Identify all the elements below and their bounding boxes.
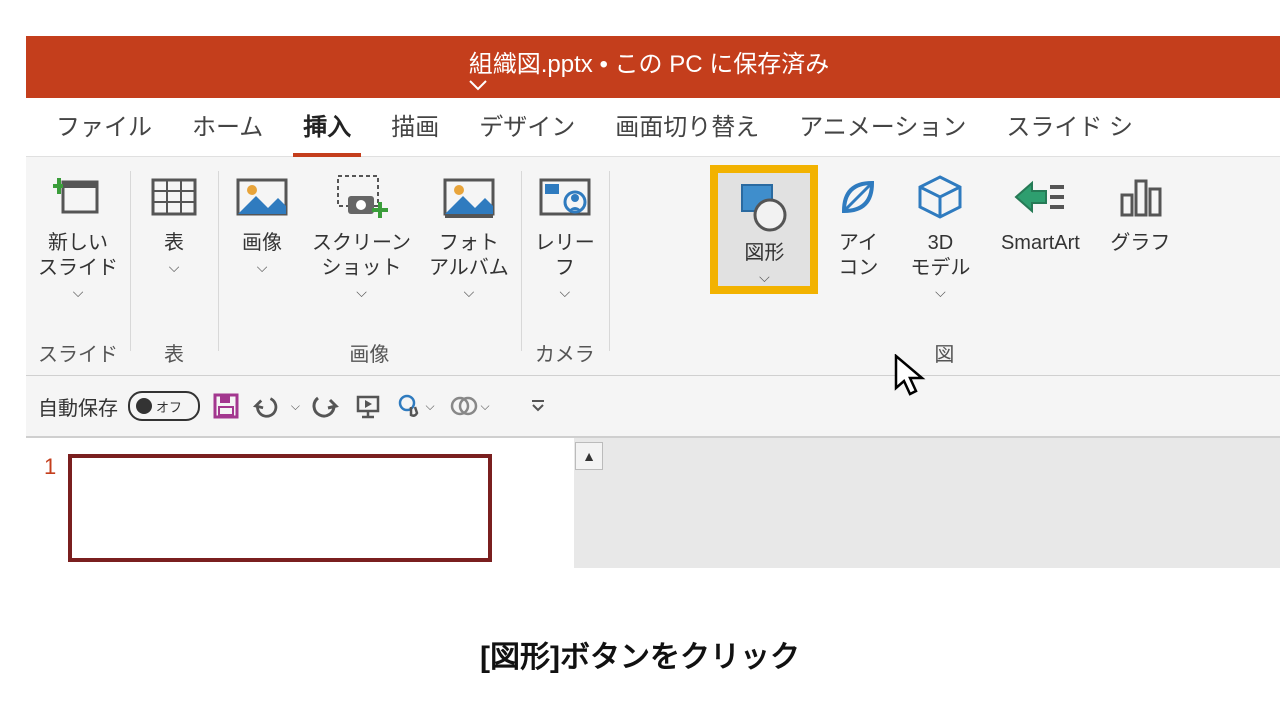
- chevron-down-icon: ⌵: [759, 270, 770, 284]
- tab-file[interactable]: ファイル: [36, 95, 172, 156]
- group-label-images: 画像: [349, 338, 389, 369]
- tab-insert[interactable]: 挿入: [283, 95, 371, 156]
- 3d-models-button[interactable]: 3D モデル ⌵: [902, 165, 978, 299]
- autosave-toggle[interactable]: オフ: [128, 391, 200, 421]
- group-tables: 表 ⌵ 表: [130, 165, 218, 375]
- group-label-slides: スライド: [38, 338, 118, 369]
- tab-design[interactable]: デザイン: [459, 95, 595, 156]
- group-label-tables: 表: [164, 338, 184, 369]
- tab-home[interactable]: ホーム: [172, 95, 283, 156]
- group-label-camera: カメラ: [535, 338, 595, 369]
- chevron-down-icon: ⌵: [169, 260, 180, 274]
- group-camera: レリー フ ⌵ カメラ: [521, 165, 609, 375]
- undo-button[interactable]: ⌵: [252, 390, 300, 422]
- table-button[interactable]: 表 ⌵: [136, 165, 212, 274]
- highlight-box: 図形 ⌵: [710, 165, 818, 294]
- slide-thumbnails-pane: 1: [26, 438, 574, 568]
- powerpoint-window: 組織図.pptx • この PC に保存済み ファイル ホーム 挿入 描画 デザ…: [26, 36, 1280, 568]
- pictures-button[interactable]: 画像 ⌵: [224, 165, 300, 274]
- new-slide-icon: [50, 169, 106, 225]
- overlap-button[interactable]: ⌵: [448, 390, 492, 422]
- workspace: 1 ▲: [26, 438, 1280, 568]
- chevron-down-icon[interactable]: [469, 79, 837, 91]
- save-button[interactable]: [210, 390, 242, 422]
- chevron-down-icon: ⌵: [356, 285, 367, 299]
- table-icon: [146, 169, 202, 225]
- picture-icon: [234, 169, 290, 225]
- autosave-label: 自動保存: [38, 392, 118, 421]
- tab-draw[interactable]: 描画: [371, 95, 459, 156]
- toggle-knob: [136, 398, 152, 414]
- new-slide-button[interactable]: 新しい スライド ⌵: [32, 165, 124, 299]
- chevron-down-icon: ⌵: [464, 285, 475, 299]
- tab-transitions[interactable]: 画面切り替え: [595, 95, 779, 156]
- chevron-down-icon: ⌵: [560, 285, 571, 299]
- smartart-button[interactable]: SmartArt: [984, 165, 1096, 256]
- title-bar: 組織図.pptx • この PC に保存済み: [26, 36, 1280, 98]
- ribbon-tabs: ファイル ホーム 挿入 描画 デザイン 画面切り替え アニメーション スライド …: [26, 98, 1280, 157]
- group-label-illustrations: 図: [934, 338, 954, 369]
- quick-access-toolbar: 自動保存 オフ ⌵ ⌵ ⌵: [26, 376, 1280, 438]
- instruction-caption: [図形]ボタンをクリック: [0, 632, 1280, 676]
- smartart-icon: [1012, 169, 1068, 225]
- chevron-down-icon: ⌵: [935, 285, 946, 299]
- slideshow-from-start-button[interactable]: [352, 390, 384, 422]
- cube-icon: [912, 169, 968, 225]
- screenshot-icon: [334, 169, 390, 225]
- leaf-icon: [830, 169, 886, 225]
- save-status: この PC に保存済み: [615, 51, 830, 78]
- screenshot-button[interactable]: スクリーン ショット ⌵: [306, 165, 417, 299]
- filename: 組織図.pptx: [469, 51, 593, 78]
- cameo-icon: [537, 169, 593, 225]
- tab-animations[interactable]: アニメーション: [779, 95, 986, 156]
- slide-thumbnail-1[interactable]: [68, 454, 492, 562]
- chevron-down-icon: ⌵: [257, 260, 268, 274]
- customize-qat-button[interactable]: [522, 390, 554, 422]
- redo-button[interactable]: [310, 390, 342, 422]
- photo-album-button[interactable]: フォト アルバム ⌵: [423, 165, 515, 299]
- icons-button[interactable]: アイ コン: [820, 165, 896, 281]
- tab-slideshow[interactable]: スライド シ: [986, 95, 1153, 156]
- touch-mode-button[interactable]: ⌵: [394, 390, 438, 422]
- group-illustrations: 図形 ⌵ アイ コン 3D モデル ⌵: [609, 165, 1280, 375]
- chevron-down-icon: ⌵: [73, 285, 84, 299]
- photo-album-icon: [441, 169, 497, 225]
- group-slides: 新しい スライド ⌵ スライド: [26, 165, 130, 375]
- group-images: 画像 ⌵ スクリーン ショット ⌵ フォト アルバム ⌵: [218, 165, 521, 375]
- chart-icon: [1112, 169, 1168, 225]
- window-title: 組織図.pptx • この PC に保存済み: [469, 44, 837, 91]
- scroll-up-button[interactable]: ▲: [575, 442, 603, 470]
- chart-button[interactable]: グラフ: [1102, 165, 1178, 256]
- shapes-icon: [736, 179, 792, 235]
- cameo-button[interactable]: レリー フ ⌵: [527, 165, 603, 299]
- slide-number: 1: [44, 454, 56, 568]
- shapes-button[interactable]: 図形 ⌵: [718, 173, 810, 286]
- ribbon: 新しい スライド ⌵ スライド 表 ⌵ 表: [26, 157, 1280, 376]
